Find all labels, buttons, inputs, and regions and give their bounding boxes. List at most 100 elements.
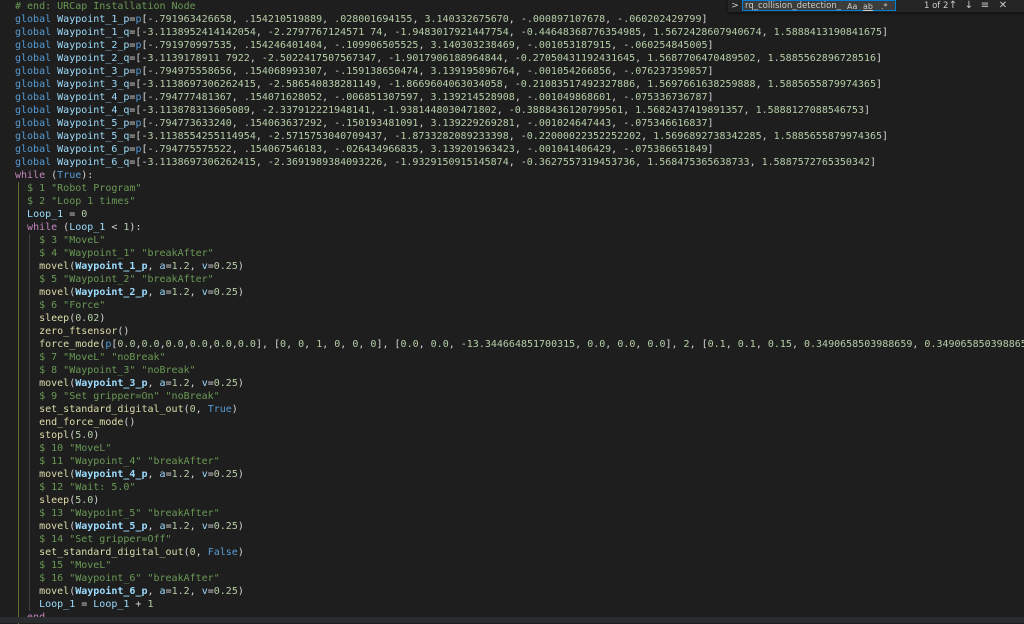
code-token: ] <box>882 131 889 142</box>
previous-match-icon[interactable]: ↑ <box>946 0 960 12</box>
code-token: , - <box>496 105 515 116</box>
code-token: False <box>207 547 238 558</box>
code-token: , <box>761 131 774 142</box>
code-token: 1.5885655879974365 <box>767 79 876 90</box>
code-token: set_standard_digital_out <box>39 547 184 558</box>
code-token: ], [ <box>376 339 401 350</box>
code-token: .154246401404 <box>243 40 323 51</box>
code-token: 1.5888127088546753 <box>755 105 864 116</box>
code-token: global <box>15 131 58 142</box>
next-match-icon[interactable]: ↓ <box>962 0 976 12</box>
code-token: ) <box>237 469 244 480</box>
code-line: global Waypoint_1_q=[-3.1138952414142054… <box>0 26 1024 39</box>
code-token: Waypoint_5_p <box>57 118 130 129</box>
code-line: force_mode(p[0.0,0.0,0.0,0.0,0.0,0.0], [… <box>0 338 1024 351</box>
toggle-replace-icon[interactable]: > <box>730 0 740 12</box>
code-line: sleep(0.02) <box>0 312 1024 325</box>
code-token: 3.140303238469 <box>430 40 515 51</box>
code-token: .791963426658 <box>153 14 232 25</box>
code-token: 1.5888413190841675 <box>773 27 883 38</box>
use-regex-icon[interactable]: .* <box>881 1 888 12</box>
code-token: 1.2 <box>171 521 190 532</box>
code-token: , <box>189 287 202 298</box>
code-token: ): <box>129 222 142 233</box>
code-token: movel <box>39 261 70 272</box>
match-case-icon[interactable]: Aa <box>847 1 857 12</box>
code-line: $ 14 "Set gripper=Off" <box>0 533 1024 546</box>
code-token: 0.02 <box>75 313 100 324</box>
code-token: 1.2 <box>171 586 190 597</box>
code-token: Loop_1 <box>69 222 106 233</box>
code-token: , <box>189 586 202 597</box>
code-token: global <box>15 105 58 116</box>
code-token: 1.9017906188964844 <box>394 53 503 64</box>
code-token: 0.3627557319453736 <box>526 157 636 168</box>
code-token: Waypoint_4_q <box>57 105 130 116</box>
code-token: , <box>147 521 160 532</box>
code-editor[interactable]: # end: URCap Installation Node global Way… <box>0 0 1024 624</box>
code-token: $ 11 "Waypoint_4" "breakAfter" <box>39 456 220 467</box>
code-line: global Waypoint_1_p=p[-.791963426658, .1… <box>0 13 1024 26</box>
code-line: set_standard_digital_out(0, False) <box>0 546 1024 559</box>
code-token: , <box>755 79 768 90</box>
code-token: [- <box>141 92 154 103</box>
code-token: global <box>15 92 58 103</box>
find-input[interactable] <box>745 0 841 11</box>
match-whole-word-icon[interactable]: ab <box>863 1 873 12</box>
code-token: Waypoint_3_q <box>57 79 130 90</box>
code-token: 2.2797767124571 74 <box>273 27 383 38</box>
code-token: , - <box>611 118 630 129</box>
code-token: $ 9 "Set gripper=On" "noBreak" <box>39 391 220 402</box>
code-token: True <box>57 170 82 181</box>
code-token: 0.25 <box>213 287 238 298</box>
code-token: $ 10 "MoveL" <box>39 443 112 454</box>
code-token: < <box>105 222 124 233</box>
code-token: force_mode <box>39 339 100 350</box>
code-token: Waypoint_6_q <box>57 157 130 168</box>
code-line: $ 1 "Robot Program" <box>0 182 1024 195</box>
code-token: , <box>791 339 804 350</box>
code-token: , <box>189 261 202 272</box>
code-token: , <box>761 27 774 38</box>
find-input-box[interactable]: Aa ab .* <box>742 0 896 11</box>
code-token: 0.22000022352252202 <box>526 131 642 142</box>
horizontal-scrollbar[interactable] <box>0 617 1024 623</box>
code-token: 1.5887572765350342 <box>761 157 870 168</box>
code-token: 3.1138697306262415 <box>147 157 256 168</box>
code-line: global Waypoint_4_q=[-3.113878313605089,… <box>0 104 1024 117</box>
code-token: =[- <box>129 27 148 38</box>
code-token: , <box>912 339 925 350</box>
code-token: ], [ <box>255 339 281 350</box>
code-token: $ 15 "MoveL" <box>39 560 112 571</box>
code-token: ): <box>81 170 94 181</box>
find-in-selection-icon[interactable]: ≡ <box>978 0 992 12</box>
code-token: 2.337912221948141 <box>267 105 371 116</box>
code-line: Loop_1 = Loop_1 + 1 <box>0 598 1024 611</box>
code-token: ) <box>237 287 244 298</box>
code-line: global Waypoint_6_q=[-3.1138697306262415… <box>0 156 1024 169</box>
close-icon[interactable]: ✕ <box>996 0 1010 12</box>
code-token: Waypoint_1_q <box>57 27 130 38</box>
code-line: Loop_1 = 0 <box>0 208 1024 221</box>
code-token: , - <box>370 105 389 116</box>
code-token: ] <box>701 14 708 25</box>
code-token: 3.1138697306262415 <box>147 79 256 90</box>
match-count: 1 of 2 <box>924 1 949 11</box>
code-token: 0.3490658503988659 <box>804 339 913 350</box>
code-token: $ 4 "Waypoint_1" "breakAfter" <box>39 248 214 259</box>
code-token: , - <box>322 92 341 103</box>
code-token: 1.5696892738342285 <box>653 131 762 142</box>
code-line: $ 5 "Waypoint_2" "breakAfter" <box>0 273 1024 286</box>
code-token: 0.0 <box>165 339 184 350</box>
